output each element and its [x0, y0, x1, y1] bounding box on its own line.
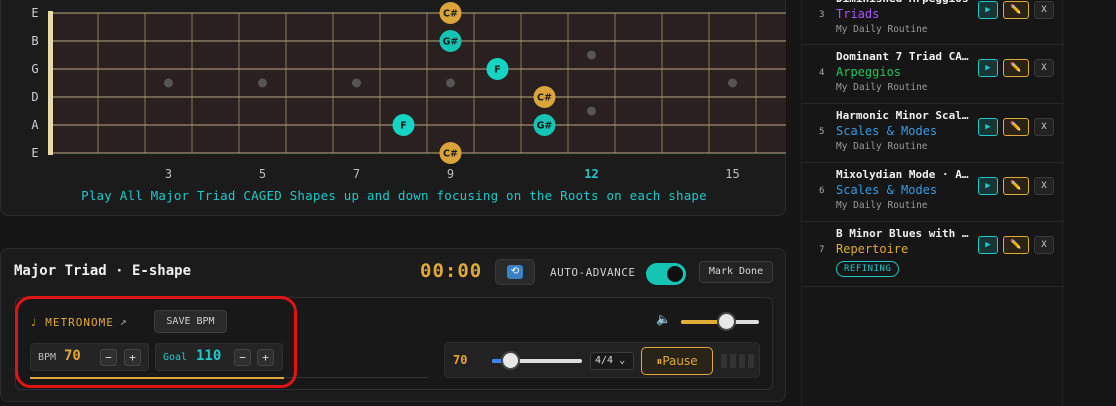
item-title: Dominant 7 Triad CA… [836, 50, 969, 63]
fret-inlay [352, 78, 361, 88]
item-category: Triads [836, 7, 880, 21]
string-label: E [31, 146, 38, 160]
item-number: 4 [819, 68, 825, 78]
loop-button[interactable]: ⟲ [495, 259, 535, 285]
fret-inlay [164, 78, 173, 88]
item-routine-name: My Daily Routine [836, 200, 928, 211]
note-label: F [400, 121, 407, 132]
item-routine-name: My Daily Routine [836, 141, 928, 152]
time-signature-value: 4/4 [595, 355, 614, 366]
item-number: 6 [819, 186, 825, 196]
fret-inlay [446, 78, 455, 88]
item-title: Diminished Arpeggios [836, 0, 970, 5]
fretboard-wood [53, 13, 786, 153]
remove-button[interactable]: X [1034, 59, 1054, 77]
playback-controls: 70 4/4 ⌄ ⏸Pause [444, 342, 760, 378]
note-label: G# [537, 121, 553, 132]
exercise-title: Major Triad · E-shape [14, 263, 192, 279]
play-button[interactable]: ▶ [978, 118, 998, 136]
mark-done-button[interactable]: Mark Done [699, 261, 773, 283]
play-button[interactable]: ▶ [978, 59, 998, 77]
item-number: 7 [819, 245, 825, 255]
fret-number: 12 [584, 167, 598, 181]
tempo-slider-handle[interactable] [501, 351, 520, 370]
play-button[interactable]: ▶ [978, 177, 998, 195]
beat-indicator [721, 354, 754, 368]
nut [48, 11, 53, 155]
fretboard: EBGDAE C#G#FC#F G#C# 3 5 7 9 12 15 [31, 2, 786, 181]
volume-icon: 🔈 [656, 312, 671, 326]
toggle-knob [667, 266, 683, 282]
fret-inlay [587, 50, 596, 60]
item-number: 5 [819, 127, 825, 137]
practice-timer: 00:00 [420, 260, 483, 282]
volume-slider-handle[interactable] [717, 312, 737, 331]
note-label: C# [537, 93, 552, 104]
string-label: B [31, 34, 38, 48]
item-category: Arpeggios [836, 65, 902, 79]
routine-item[interactable]: 5 Harmonic Minor Scal… Scales & Modes My… [802, 104, 1064, 163]
play-button[interactable]: ▶ [978, 236, 998, 254]
remove-button[interactable]: X [1034, 177, 1054, 195]
routine-item[interactable]: 3 Diminished Arpeggios Triads My Daily R… [802, 0, 1064, 45]
fret-inlay [728, 78, 737, 88]
remove-button[interactable]: X [1034, 236, 1054, 254]
chevron-down-icon: ⌄ [619, 355, 626, 366]
fret-inlay [587, 106, 596, 116]
remove-button[interactable]: X [1034, 118, 1054, 136]
play-button[interactable]: ▶ [978, 1, 998, 19]
item-category: Scales & Modes [836, 183, 938, 197]
beat-light [730, 354, 736, 368]
current-bpm: 70 [453, 353, 468, 367]
divider [284, 377, 428, 378]
note-label: G# [443, 37, 459, 48]
exercise-description: Play All Major Triad CAGED Shapes up and… [81, 188, 707, 203]
item-title: B Minor Blues with … [836, 227, 969, 240]
auto-advance-toggle[interactable] [646, 263, 686, 285]
item-number: 3 [819, 10, 825, 20]
edit-button[interactable]: ✏️ [1003, 177, 1029, 195]
annotation-highlight [15, 296, 297, 388]
status-badge: REFINING [836, 261, 900, 277]
fretboard-panel: EBGDAE C# G# F C# F G# C# 3 5 7 9 12 15 Play All Ma… [0, 0, 786, 216]
item-category: Repertoire [836, 242, 909, 256]
item-routine-name: My Daily Routine [836, 24, 928, 35]
fret-number: 15 [725, 167, 739, 181]
item-title: Mixolydian Mode · A… [836, 168, 969, 181]
auto-advance-label: AUTO-ADVANCE [550, 266, 636, 279]
routine-item[interactable]: 7 B Minor Blues with … Repertoire REFINI… [802, 222, 1064, 287]
edit-button[interactable]: ✏️ [1003, 59, 1029, 77]
edit-button[interactable]: ✏️ [1003, 118, 1029, 136]
fret-inlay [258, 78, 267, 88]
item-category: Scales & Modes [836, 124, 938, 138]
edit-button[interactable]: ✏️ [1003, 236, 1029, 254]
beat-light [748, 354, 754, 368]
routine-list: 3 Diminished Arpeggios Triads My Daily R… [801, 0, 1064, 406]
note-label: F [494, 65, 501, 76]
string-label: A [31, 118, 39, 132]
fret-number: 7 [353, 167, 360, 181]
fret-number: 5 [259, 167, 266, 181]
remove-button[interactable]: X [1034, 1, 1054, 19]
time-signature-select[interactable]: 4/4 ⌄ [590, 352, 634, 370]
string-label: E [31, 6, 38, 20]
pause-button[interactable]: ⏸Pause [641, 347, 713, 375]
routine-item[interactable]: 4 Dominant 7 Triad CA… Arpeggios My Dail… [802, 45, 1064, 104]
note-label: C# [443, 9, 458, 20]
string-label: G [31, 62, 38, 76]
routine-item[interactable]: 6 Mixolydian Mode · A… Scales & Modes My… [802, 163, 1064, 222]
fret-number: 9 [447, 167, 454, 181]
item-title: Harmonic Minor Scal… [836, 109, 969, 122]
item-routine-name: My Daily Routine [836, 82, 928, 93]
edit-button[interactable]: ✏️ [1003, 1, 1029, 19]
note-label: C# [443, 149, 458, 160]
repeat-icon: ⟲ [507, 265, 523, 279]
beat-light [739, 354, 745, 368]
fret-number: 3 [165, 167, 172, 181]
string-label: D [31, 90, 38, 104]
beat-light [721, 354, 727, 368]
